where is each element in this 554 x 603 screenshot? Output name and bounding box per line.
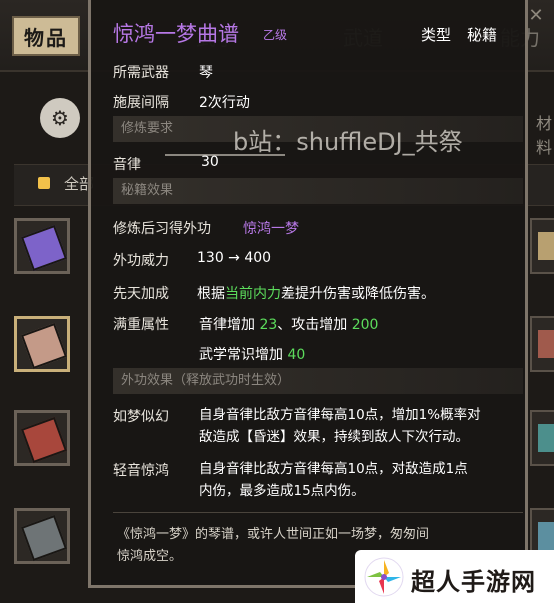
required-weapon-label: 所需武器	[113, 65, 169, 81]
attr-knowledge-text: 武学常识增加	[199, 347, 288, 363]
book-icon	[20, 514, 68, 562]
attr-rhythm-value: 23	[259, 317, 278, 333]
effect2-name: 轻音惊鸿	[113, 463, 169, 479]
effect1-name: 如梦似幻	[113, 409, 169, 425]
learn-label: 修炼后习得外功	[113, 221, 211, 237]
rhythm-value: 30	[201, 154, 219, 170]
watermark: b站：shuffleDJ_共祭	[233, 128, 463, 156]
type-label: 类型	[421, 26, 452, 44]
interval-value: 2次行动	[199, 95, 250, 111]
section-effects: 秘籍效果	[113, 178, 523, 204]
category-icon[interactable]: ⚙	[40, 98, 80, 138]
full-attr-row1: 音律增加 23、攻击增加 200	[199, 314, 378, 334]
item-slot[interactable]	[530, 410, 554, 466]
item-grade: 乙级	[263, 28, 288, 42]
full-attr-row2: 武学常识增加 40	[199, 344, 305, 364]
innate-label: 先天加成	[113, 286, 169, 302]
logo-text: 超人手游网	[411, 568, 536, 596]
power-label: 外功威力	[113, 253, 169, 269]
innate-text: 根据当前内力差提升伤害或降低伤害。	[197, 283, 435, 303]
item-slot[interactable]	[530, 316, 554, 372]
book-icon	[20, 224, 68, 272]
rhythm-label: 音律	[113, 157, 141, 173]
item-slot[interactable]	[530, 218, 554, 274]
book-icon	[20, 416, 68, 464]
tab-items[interactable]: 物品	[12, 16, 80, 56]
effect1-desc: 自身音律比敌方音律每高10点，增加1%概率对 敌造成【昏迷】效果，持续到敌人下次…	[199, 404, 519, 448]
effect2-line2: 内伤，最多造成15点内伤。	[199, 483, 365, 499]
site-logo: 超人手游网	[355, 550, 554, 603]
type-value: 秘籍	[467, 26, 498, 44]
full-attr-label: 满重属性	[113, 317, 169, 333]
interval-label: 施展间隔	[113, 95, 169, 111]
book-icon	[538, 232, 554, 260]
effect2-line1: 自身音律比敌方音律每高10点，对敌造成1点	[199, 461, 468, 477]
learn-value: 惊鸿一梦	[243, 221, 299, 237]
book-icon	[538, 330, 554, 358]
filter-checkbox-icon[interactable]	[38, 177, 50, 189]
attr-attack-text: 、攻击增加	[277, 317, 352, 333]
book-icon	[20, 322, 68, 370]
item-title: 惊鸿一梦曲谱	[113, 22, 239, 46]
attr-attack-value: 200	[351, 317, 379, 333]
flavor-line1: 《惊鸿一梦》的琴谱，或许人世间正如一场梦，匆匆间	[117, 527, 430, 542]
innate-suffix: 差提升伤害或降低伤害。	[281, 286, 435, 302]
divider	[113, 512, 523, 513]
innate-highlight: 当前内力	[225, 286, 281, 302]
logo-icon	[364, 557, 404, 597]
effect1-line1: 自身音律比敌方音律每高10点，增加1%概率对	[199, 407, 481, 423]
book-icon	[538, 424, 554, 452]
effect1-line2: 敌造成【昏迷】效果，持续到敌人下次行动。	[199, 429, 469, 445]
power-value: 130 → 400	[197, 250, 272, 266]
side-label[interactable]: 材料	[536, 110, 554, 158]
item-tooltip: 惊鸿一梦曲谱 乙级 类型 秘籍 所需武器 琴 施展间隔 2次行动 修炼要求 音律…	[88, 0, 528, 588]
effect2-desc: 自身音律比敌方音律每高10点，对敌造成1点 内伤，最多造成15点内伤。	[199, 458, 519, 502]
item-slot-selected[interactable]	[14, 316, 70, 372]
section-external: 外功效果（释放武功时生效）	[113, 368, 523, 394]
attr-rhythm-text: 音律增加	[199, 317, 260, 333]
book-icon	[538, 522, 554, 550]
attr-knowledge-value: 40	[287, 347, 306, 363]
innate-prefix: 根据	[197, 286, 225, 302]
required-weapon-value: 琴	[199, 65, 213, 81]
item-slot[interactable]	[14, 218, 70, 274]
item-slot[interactable]	[14, 508, 70, 564]
item-slot[interactable]	[14, 410, 70, 466]
